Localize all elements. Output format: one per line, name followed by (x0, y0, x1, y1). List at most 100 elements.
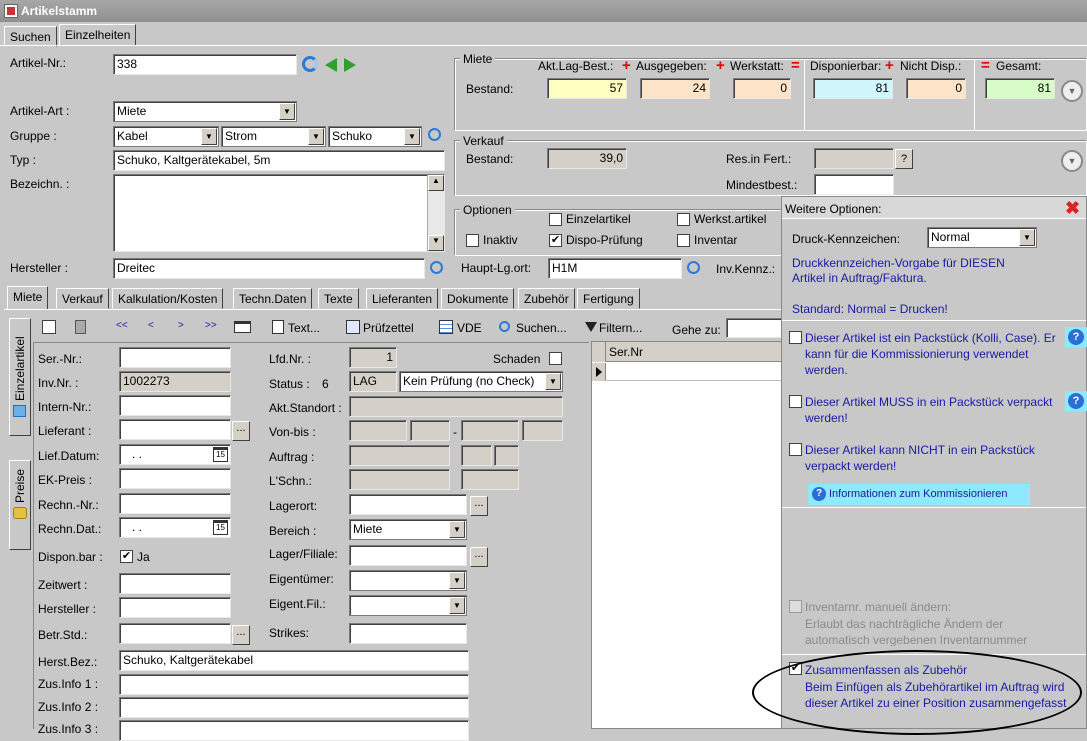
einzelartikel-checkbox[interactable] (549, 213, 562, 226)
grid-col-ser-nr[interactable]: Ser.Nr (609, 345, 643, 359)
tab-einzelheiten[interactable]: Einzelheiten (59, 24, 137, 46)
lager-filiale-browse-button[interactable]: ... (470, 547, 488, 567)
werkstartikel-checkbox[interactable] (677, 213, 690, 226)
ek-preis-input[interactable] (119, 468, 231, 489)
form-hersteller-input[interactable] (119, 597, 231, 618)
packstueck-checkbox[interactable] (789, 331, 802, 344)
dispon-checkbox[interactable]: ✔ (120, 550, 133, 563)
next-button[interactable]: > (178, 320, 184, 331)
artikel-art-select[interactable]: Miete ▼ (113, 101, 297, 122)
help-icon[interactable]: ? (1065, 391, 1087, 411)
lieferant-browse-button[interactable]: ... (232, 421, 250, 441)
expand-circle-icon[interactable]: ▼ (1061, 150, 1083, 172)
intern-nr-input[interactable] (119, 395, 231, 416)
chevron-down-icon[interactable]: ▼ (449, 572, 465, 589)
scroll-down-button[interactable]: ▼ (428, 235, 444, 251)
dispo-checkbox[interactable]: ✔ (549, 234, 562, 247)
arrow-right-icon[interactable] (344, 58, 356, 72)
nicht-packstueck-checkbox[interactable] (789, 443, 802, 456)
subtab-zubehoer[interactable]: Zubehör (518, 288, 575, 309)
ser-nr-grid[interactable]: Ser.Nr (591, 341, 786, 729)
subtab-miete[interactable]: Miete (7, 286, 49, 310)
betr-std-input[interactable] (119, 623, 231, 644)
last-button[interactable]: >> (205, 320, 217, 331)
refresh-icon[interactable] (302, 56, 318, 72)
strikes-input[interactable] (349, 623, 467, 644)
search-icon[interactable] (687, 261, 700, 274)
inaktiv-checkbox[interactable] (466, 234, 479, 247)
mindestbest-input[interactable] (814, 174, 894, 195)
zus-info1-input[interactable] (119, 674, 469, 695)
pruefzettel-button[interactable]: Prüfzettel (363, 321, 414, 335)
tab-suchen[interactable]: Suchen (4, 26, 57, 47)
gruppe3-select[interactable]: Schuko ▼ (328, 126, 422, 147)
bezeichn-textarea[interactable] (113, 174, 445, 252)
typ-input[interactable]: Schuko, Kaltgerätekabel, 5m (113, 150, 445, 171)
chevron-down-icon[interactable]: ▼ (404, 128, 420, 145)
subtab-fertigung[interactable]: Fertigung (577, 288, 640, 309)
artikel-nr-input[interactable]: 338 (113, 54, 297, 75)
sidetab-preise[interactable]: Preise (9, 460, 31, 550)
gruppe1-select[interactable]: Kabel ▼ (113, 126, 219, 147)
select-all-checkbox[interactable] (42, 320, 56, 334)
filtern-button[interactable]: Filtern... (599, 321, 642, 335)
chevron-down-icon[interactable]: ▼ (545, 373, 561, 390)
subtab-verkauf[interactable]: Verkauf (56, 288, 109, 309)
druck-kennzeichen-select[interactable]: Normal ▼ (927, 227, 1037, 248)
hersteller-input[interactable]: Dreitec (113, 258, 425, 279)
subtab-dokumente[interactable]: Dokumente (441, 288, 515, 309)
betr-std-browse-button[interactable]: ... (232, 625, 250, 645)
text-button[interactable]: Text... (288, 321, 320, 335)
grid-row[interactable] (607, 380, 786, 381)
bereich-select[interactable]: Miete ▼ (349, 519, 467, 540)
status-select[interactable]: Kein Prüfung (no Check) ▼ (399, 371, 563, 392)
gehe-zu-input[interactable] (726, 318, 785, 338)
form-icon[interactable] (234, 321, 251, 333)
search-icon[interactable] (430, 261, 443, 274)
trash-icon[interactable] (75, 320, 86, 334)
prev-button[interactable]: < (148, 320, 154, 331)
herst-bez-input[interactable]: Schuko, Kaltgerätekabel (119, 650, 469, 671)
zus-info3-input[interactable] (119, 720, 469, 741)
help-icon[interactable]: ? (1065, 327, 1087, 347)
zeitwert-input[interactable] (119, 573, 231, 594)
chevron-down-icon[interactable]: ▼ (201, 128, 217, 145)
scrollbar[interactable]: ▲ ▼ (427, 175, 444, 251)
chevron-down-icon[interactable]: ▼ (449, 597, 465, 614)
scroll-up-button[interactable]: ▲ (428, 175, 444, 191)
zus-info2-input[interactable] (119, 697, 469, 718)
chevron-down-icon[interactable]: ▼ (279, 103, 295, 120)
chevron-down-icon[interactable]: ▼ (1019, 229, 1035, 246)
close-icon[interactable]: ✖ (1065, 198, 1080, 219)
subtab-lieferanten[interactable]: Lieferanten (366, 288, 439, 309)
lieferant-input[interactable] (119, 419, 231, 440)
gruppe2-select[interactable]: Strom ▼ (221, 126, 326, 147)
eigent-fil-select[interactable]: ▼ (349, 595, 467, 616)
res-fert-help-button[interactable]: ? (895, 149, 913, 169)
search-icon[interactable] (428, 128, 441, 141)
expand-circle-icon[interactable]: ▼ (1061, 80, 1083, 102)
haupt-lg-input[interactable]: H1M (548, 258, 682, 279)
lagerort-browse-button[interactable]: ... (470, 496, 488, 516)
calendar-icon[interactable]: 15 (213, 520, 228, 535)
inventar-checkbox[interactable] (677, 234, 690, 247)
subtab-kalkulation[interactable]: Kalkulation/Kosten (112, 288, 224, 309)
eigentuemer-select[interactable]: ▼ (349, 570, 467, 591)
chevron-down-icon[interactable]: ▼ (308, 128, 324, 145)
subtab-texte[interactable]: Texte (318, 288, 359, 309)
schaden-checkbox[interactable] (549, 352, 562, 365)
info-kommissionieren-button[interactable]: ? Informationen zum Kommissionieren (808, 484, 1030, 505)
suchen-button[interactable]: Suchen... (516, 321, 567, 335)
muss-packstueck-checkbox[interactable] (789, 395, 802, 408)
arrow-left-icon[interactable] (325, 58, 337, 72)
subtab-techn-daten[interactable]: Techn.Daten (233, 288, 313, 309)
lager-filiale-input[interactable] (349, 545, 467, 566)
vde-button[interactable]: VDE (457, 321, 482, 335)
rechn-nr-input[interactable] (119, 493, 231, 514)
chevron-down-icon[interactable]: ▼ (449, 521, 465, 538)
ser-nr-input[interactable] (119, 347, 231, 368)
calendar-icon[interactable]: 15 (213, 447, 228, 462)
lagerort-input[interactable] (349, 494, 467, 515)
sidetab-einzelartikel[interactable]: Einzelartikel (9, 318, 31, 436)
first-button[interactable]: << (116, 320, 128, 331)
